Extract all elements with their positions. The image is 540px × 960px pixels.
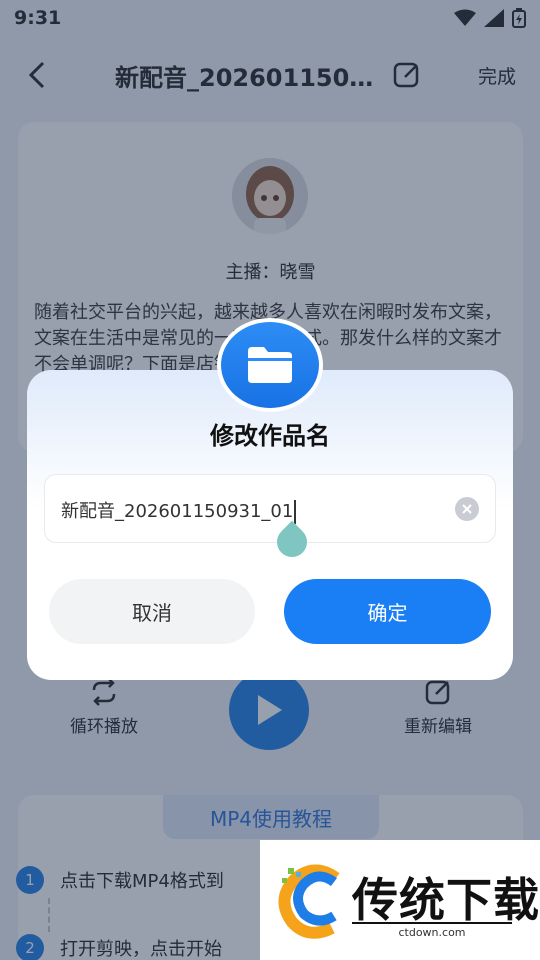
cancel-button[interactable]: 取消 — [49, 579, 255, 644]
clear-input-button[interactable] — [455, 497, 479, 521]
watermark-brand: 传统下载 — [352, 873, 540, 927]
watermark-url: ctdown.com — [352, 922, 512, 939]
watermark-logo — [278, 864, 340, 939]
work-name-value[interactable]: 新配音_202601150931_01 — [61, 497, 297, 524]
watermark: 传统下载 ctdown.com — [260, 840, 540, 960]
text-caret — [294, 500, 297, 524]
folder-badge — [221, 322, 319, 408]
work-name-input[interactable]: 新配音_202601150931_01 — [44, 474, 496, 543]
dialog-title: 修改作品名 — [210, 422, 330, 450]
confirm-button[interactable]: 确定 — [284, 579, 491, 644]
close-icon — [462, 504, 472, 514]
folder-icon — [248, 347, 292, 383]
